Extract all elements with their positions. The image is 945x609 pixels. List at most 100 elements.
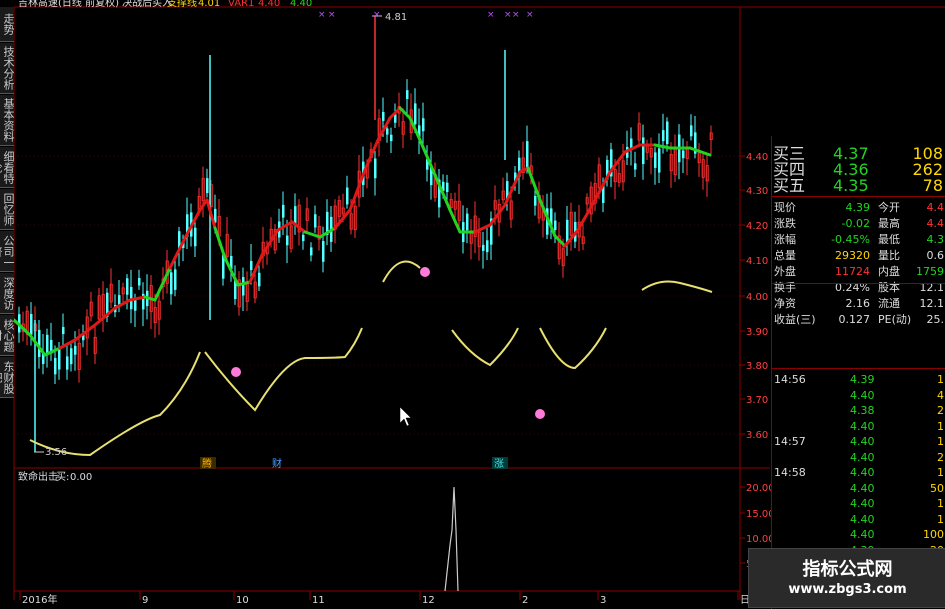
stat-label: 最低 (878, 233, 900, 246)
stat-label: 最高 (878, 217, 900, 230)
stat-value: -0.45% (831, 233, 870, 246)
ma-segment (526, 166, 542, 202)
candle-body (314, 214, 317, 228)
tick-price: 4.40 (850, 435, 875, 448)
tick-price: 4.40 (850, 419, 875, 433)
tick-time: 14:58 (774, 466, 806, 479)
tick-row: 4.38 2 (772, 403, 945, 418)
sidebar-tab-1[interactable]: 技术分析 (0, 43, 15, 94)
order-price: 4.37 (833, 144, 869, 163)
order-book-row: 买五 4.35 78 (771, 176, 945, 195)
var1-label: VAR1 (228, 0, 254, 9)
sidebar-tab-4[interactable]: 回忆师 (0, 189, 15, 230)
candle-body (466, 213, 469, 231)
time-tick-label: 9 (142, 595, 148, 606)
tick-price: 4.40 (850, 497, 875, 510)
order-volume: 78 (922, 176, 943, 195)
stat-row: 收益(三) 0.127 PE(动) 25. (772, 312, 945, 327)
var1-value: 4.40 (258, 0, 280, 9)
candle-body (482, 244, 485, 251)
low-price-label: 3.56 (45, 447, 67, 458)
candle-body (414, 103, 417, 125)
var2-value: 4.40 (290, 0, 312, 9)
candle-body (554, 220, 557, 230)
watermark-url: www.zbgs3.com (788, 582, 907, 597)
candle-body (282, 204, 285, 218)
top-x-mark: × (512, 10, 520, 20)
candle-body (382, 111, 385, 121)
sidebar-tab-0[interactable]: 走势 (0, 7, 15, 42)
sidebar-tab-6[interactable]: 深度访 (0, 273, 15, 314)
stat-label: 量比 (878, 249, 900, 262)
candle-body (654, 152, 657, 168)
quote-panel: 现价 4.39 今开 4.4 涨跌 -0.02 最高 4.4 涨幅 -0.45% 最… (771, 136, 945, 609)
tick-volume: 100 (923, 528, 944, 541)
sidebar-tab-2[interactable]: 基本资料 (0, 95, 15, 146)
signal-label-2: 财 (272, 457, 282, 470)
indicator-buy-value: 0.00 (70, 472, 92, 483)
stat-label: 外盘 (774, 265, 796, 278)
candle-body (526, 141, 529, 169)
candle-body (138, 277, 141, 286)
sidebar-tab-8[interactable]: 东财股吧 (0, 357, 15, 398)
candle-body (666, 121, 669, 145)
candle-body (194, 227, 197, 247)
tick-row: 4.40 1 (772, 512, 945, 527)
candle-body (70, 348, 73, 365)
stat-value: 1759 (916, 265, 944, 278)
order-volume: 108 (912, 144, 943, 163)
order-book-row: 买三 4.37 108 (771, 144, 945, 163)
tick-price: 4.39 (850, 373, 875, 386)
signal-curve (539, 327, 607, 370)
sidebar-tab-5[interactable]: 公司一瞥 (0, 231, 15, 272)
candle-body (322, 241, 325, 262)
ma-segment (488, 203, 507, 227)
time-tick-label: 3 (600, 595, 606, 606)
tick-volume: 2 (937, 404, 944, 417)
signal-label-1: 腾 (202, 457, 212, 470)
candle-body (374, 158, 377, 179)
support-label: 支撑线 (167, 0, 197, 9)
top-x-mark: × (526, 10, 534, 20)
candle-body (38, 329, 41, 357)
tick-volume: 1 (937, 419, 944, 433)
ma-segment (12, 318, 32, 337)
indicator-spike-line (444, 486, 459, 592)
stat-label: 涨跌 (774, 217, 796, 230)
tick-row: 14:57 4.40 1 (772, 434, 945, 449)
candle-body (62, 327, 65, 335)
price-axis: 4.40 4.30 4.20 4.10 4.00 3.90 3.80 3.70 3.60 (740, 152, 768, 441)
order-volume: 262 (912, 160, 943, 179)
candle-body (534, 195, 537, 206)
time-tick-label: 11 (312, 595, 325, 606)
candle-body (662, 130, 665, 142)
stat-value: 25. (926, 313, 945, 326)
ma-segment (653, 143, 672, 150)
stat-value: 2.16 (845, 297, 871, 310)
ma-segment (473, 223, 492, 234)
candle-body (422, 118, 425, 132)
signal-curve (382, 260, 421, 283)
stat-value: 0.127 (838, 313, 871, 326)
stat-label: 涨幅 (774, 233, 796, 246)
chart-title: 吉林高速(日线 前复权) 决战后买入 (18, 0, 172, 9)
candle-body (66, 356, 69, 370)
sidebar-tab-7[interactable]: 核心题材 (0, 315, 15, 356)
candle-body (126, 278, 129, 295)
tick-volume: 1 (937, 373, 944, 386)
tick-row: 4.40 4 (772, 388, 945, 403)
stat-label: 净资 (774, 297, 796, 310)
order-level-label: 买四 (773, 160, 806, 179)
stat-value: 4.4 (926, 217, 945, 230)
candle-body (170, 272, 173, 295)
signal-dot-1 (231, 367, 241, 377)
indicator-buy-label: 买: (56, 471, 69, 483)
indicator-spike (444, 486, 459, 592)
tick-row: 4.40 2 (772, 450, 945, 465)
tick-time: 14:57 (774, 435, 806, 448)
tick-price: 4.38 (850, 404, 875, 417)
signal-dot-3 (535, 409, 545, 419)
candle-body (690, 125, 693, 137)
candle-body (242, 277, 245, 296)
sidebar-tab-3[interactable]: 细看特论 (0, 147, 15, 188)
